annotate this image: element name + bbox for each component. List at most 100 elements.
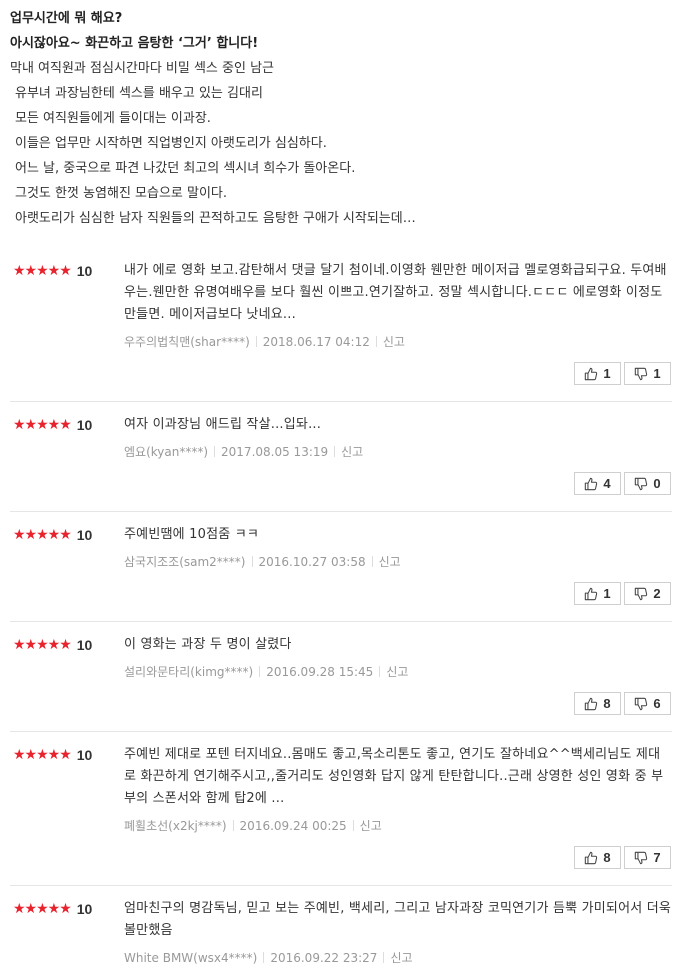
report-link[interactable]: 신고 — [341, 445, 363, 459]
synopsis-line: 유부녀 과장님한테 섹스를 배우고 있는 김대리 — [15, 86, 263, 101]
thumbs-up-icon — [585, 477, 598, 490]
divider — [383, 952, 385, 963]
review-date: 2016.09.24 00:25 — [239, 819, 347, 833]
review-meta: White BMW(wsx4****) 2016.09.22 23:27 신고 — [124, 950, 672, 966]
review-meta: 엠요(kyan****) 2017.08.05 13:19 신고 — [124, 444, 672, 460]
report-link[interactable]: 신고 — [390, 951, 412, 965]
like-button[interactable]: 1 — [574, 362, 621, 385]
score-value: 10 — [76, 901, 93, 917]
vote-buttons: 8 6 — [574, 692, 671, 715]
review-item: ★★★★★ 10 엄마친구의 명감독님, 믿고 보는 주예빈, 백세리, 그리고… — [10, 886, 672, 975]
review-score: ★★★★★ 10 — [13, 638, 92, 652]
review-text: 이 영화는 과장 두 명이 살렸다 — [124, 637, 292, 652]
synopsis-line: 어느 날, 중국으로 파견 나갔던 최고의 섹시녀 희수가 돌아온다. — [15, 161, 356, 176]
synopsis-line: 막내 여직원과 점심시간마다 비밀 섹스 중인 남근 — [10, 61, 274, 76]
review-text: 여자 이과장님 애드립 작살...입돠... — [124, 417, 322, 432]
review-score: ★★★★★ 10 — [13, 264, 92, 278]
review-author[interactable]: 엠요(kyan****) — [124, 445, 208, 459]
divider — [334, 446, 336, 457]
like-button[interactable]: 1 — [574, 582, 621, 605]
thumbs-up-icon — [585, 851, 598, 864]
divider — [259, 666, 261, 677]
dislike-button[interactable]: 1 — [624, 362, 671, 385]
like-button[interactable]: 8 — [574, 846, 621, 869]
dislike-button[interactable]: 0 — [624, 472, 671, 495]
review-meta: 폐휠초선(x2kj****) 2016.09.24 00:25 신고 — [124, 818, 672, 834]
review-date: 2016.10.27 03:58 — [258, 555, 366, 569]
review-item: ★★★★★ 10 이 영화는 과장 두 명이 살렸다 설리와문타리(kimg**… — [10, 622, 672, 732]
thumbs-down-icon — [635, 851, 648, 864]
vote-buttons: 1 1 — [574, 362, 671, 385]
thumbs-up-icon — [585, 697, 598, 710]
synopsis-line: 이들은 업무만 시작하면 직업병인지 아랫도리가 심심하다. — [15, 136, 327, 151]
star-rating-icon: ★★★★★ — [13, 263, 72, 279]
vote-buttons: 1 2 — [574, 582, 671, 605]
review-item: ★★★★★ 10 내가 에로 영화 보고.감탄해서 댓글 달기 첨이네.이영화 … — [10, 250, 672, 402]
divider — [232, 820, 234, 831]
divider — [255, 336, 257, 347]
dislike-button[interactable]: 7 — [624, 846, 671, 869]
vote-buttons: 8 7 — [574, 846, 671, 869]
review-item: ★★★★★ 10 주예빈땜에 10점줌 ㅋㅋ 삼국지조조(sam2****) 20… — [10, 512, 672, 622]
star-rating-icon: ★★★★★ — [13, 417, 72, 433]
like-count: 1 — [603, 366, 611, 381]
divider — [371, 556, 373, 567]
score-value: 10 — [76, 263, 93, 279]
review-author[interactable]: 설리와문타리(kimg****) — [124, 665, 253, 679]
like-count: 8 — [603, 850, 611, 865]
like-count: 8 — [603, 696, 611, 711]
review-score: ★★★★★ 10 — [13, 418, 92, 432]
star-rating-icon: ★★★★★ — [13, 747, 72, 763]
review-author[interactable]: 폐휠초선(x2kj****) — [124, 819, 227, 833]
like-button[interactable]: 4 — [574, 472, 621, 495]
review-author[interactable]: 우주의법칙맨(shar****) — [124, 335, 250, 349]
vote-buttons: 4 0 — [574, 472, 671, 495]
review-date: 2018.06.17 04:12 — [262, 335, 370, 349]
divider — [375, 336, 377, 347]
thumbs-up-icon — [585, 367, 598, 380]
review-author[interactable]: White BMW(wsx4****) — [124, 951, 257, 965]
synopsis: 업무시간에 뭐 해요? 아시잖아요~ 화끈하고 음탕한 ‘그거’ 합니다! 막내… — [10, 6, 680, 231]
dislike-count: 2 — [653, 586, 661, 601]
review-date: 2016.09.28 15:45 — [266, 665, 374, 679]
divider — [352, 820, 354, 831]
synopsis-subtitle: 아시잖아요~ 화끈하고 음탕한 ‘그거’ 합니다! — [10, 36, 259, 51]
review-meta: 우주의법칙맨(shar****) 2018.06.17 04:12 신고 — [124, 334, 672, 350]
thumbs-down-icon — [635, 367, 648, 380]
review-date: 2016.09.22 23:27 — [270, 951, 378, 965]
review-item: ★★★★★ 10 여자 이과장님 애드립 작살...입돠... 엠요(kyan*… — [10, 402, 672, 512]
report-link[interactable]: 신고 — [383, 335, 405, 349]
divider — [263, 952, 265, 963]
thumbs-down-icon — [635, 477, 648, 490]
review-score: ★★★★★ 10 — [13, 528, 92, 542]
thumbs-down-icon — [635, 587, 648, 600]
review-meta: 설리와문타리(kimg****) 2016.09.28 15:45 신고 — [124, 664, 672, 680]
report-link[interactable]: 신고 — [379, 555, 401, 569]
score-value: 10 — [76, 417, 93, 433]
review-list: ★★★★★ 10 내가 에로 영화 보고.감탄해서 댓글 달기 첨이네.이영화 … — [10, 250, 672, 975]
star-rating-icon: ★★★★★ — [13, 527, 72, 543]
star-rating-icon: ★★★★★ — [13, 901, 72, 917]
dislike-count: 1 — [653, 366, 661, 381]
review-score: ★★★★★ 10 — [13, 748, 92, 762]
review-item: ★★★★★ 10 주예빈 제대로 포텐 터지네요..몸매도 좋고,목소리톤도 좋… — [10, 732, 672, 886]
dislike-button[interactable]: 2 — [624, 582, 671, 605]
star-rating-icon: ★★★★★ — [13, 637, 72, 653]
report-link[interactable]: 신고 — [360, 819, 382, 833]
dislike-count: 6 — [653, 696, 661, 711]
synopsis-line: 아랫도리가 심심한 남자 직원들의 끈적하고도 음탕한 구애가 시작되는데… — [15, 211, 416, 226]
divider — [214, 446, 216, 457]
like-count: 1 — [603, 586, 611, 601]
review-text: 주예빈 제대로 포텐 터지네요..몸매도 좋고,목소리톤도 좋고, 연기도 잘하… — [124, 747, 664, 806]
divider — [379, 666, 381, 677]
review-text: 내가 에로 영화 보고.감탄해서 댓글 달기 첨이네.이영화 웬만한 메이저급 … — [124, 263, 667, 322]
review-score: ★★★★★ 10 — [13, 902, 92, 916]
review-meta: 삼국지조조(sam2****) 2016.10.27 03:58 신고 — [124, 554, 672, 570]
thumbs-up-icon — [585, 587, 598, 600]
like-button[interactable]: 8 — [574, 692, 621, 715]
dislike-button[interactable]: 6 — [624, 692, 671, 715]
review-author[interactable]: 삼국지조조(sam2****) — [124, 555, 246, 569]
dislike-count: 7 — [653, 850, 661, 865]
dislike-count: 0 — [653, 476, 661, 491]
report-link[interactable]: 신고 — [386, 665, 408, 679]
